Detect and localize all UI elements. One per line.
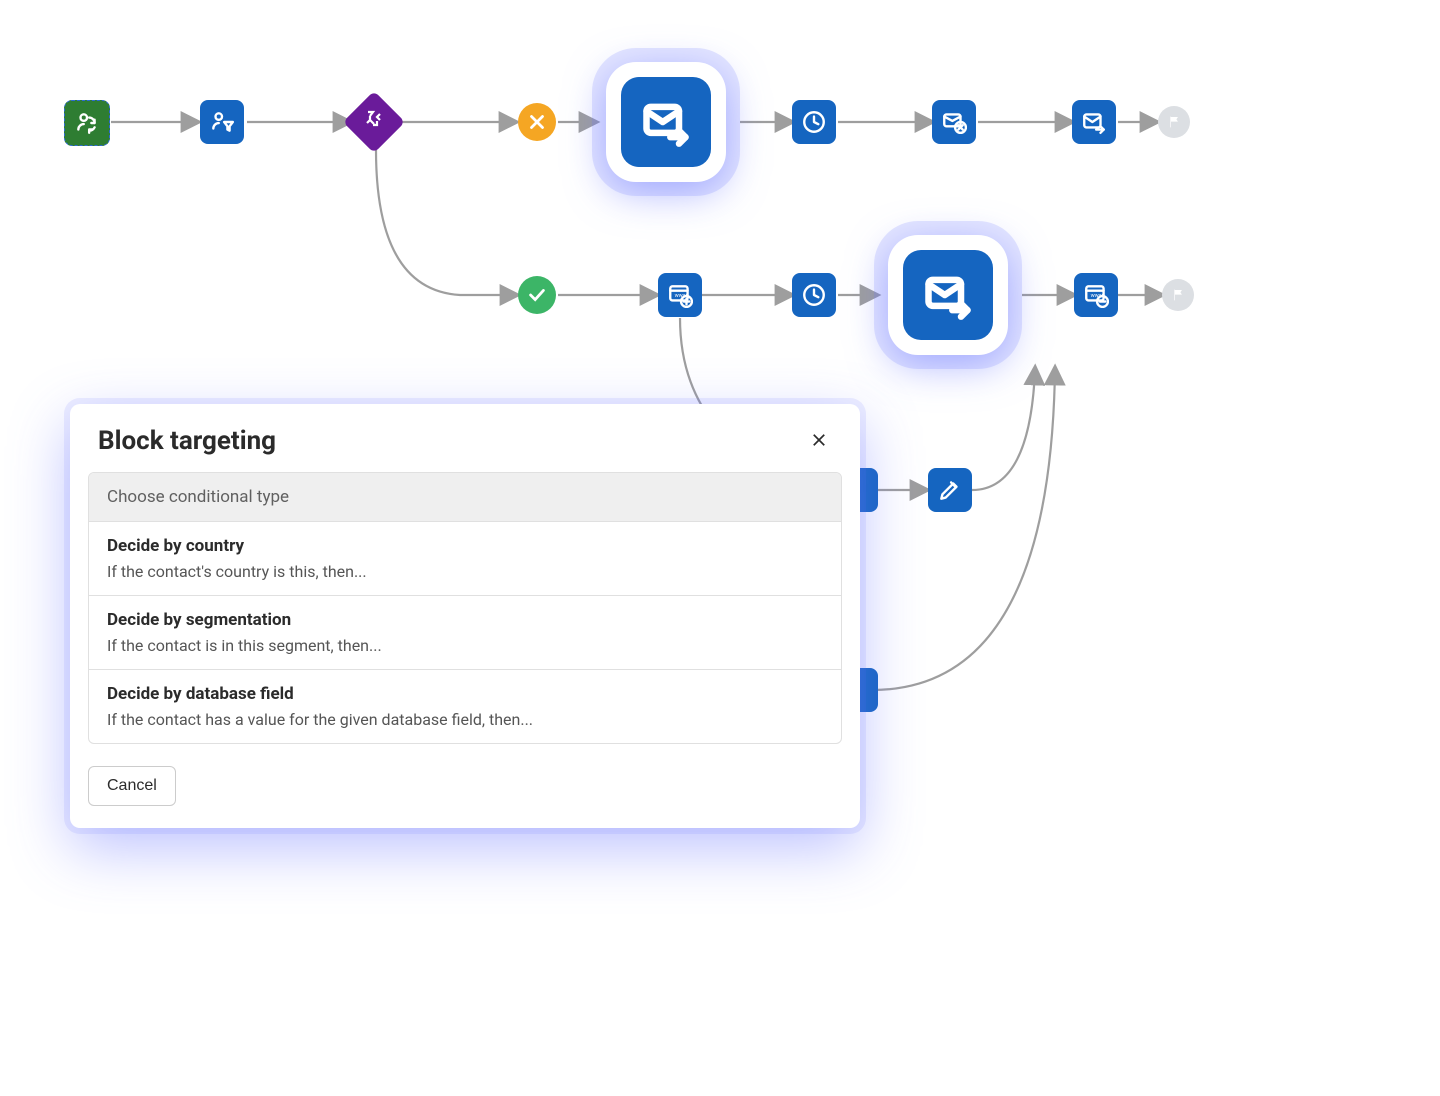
contact-filter-icon — [209, 109, 235, 135]
web-add-icon — [667, 282, 693, 308]
node-web-add[interactable] — [658, 273, 702, 317]
highlight-send-email-top[interactable] — [606, 62, 726, 182]
start-node-contact-sync[interactable] — [64, 100, 110, 146]
clock-icon — [801, 109, 827, 135]
node-contact-filter[interactable] — [200, 100, 244, 144]
option-title: Decide by country — [107, 536, 823, 556]
mail-send-icon — [1081, 109, 1107, 135]
option-title: Decide by database field — [107, 684, 823, 704]
option-decide-by-country[interactable]: Decide by country If the contact's count… — [89, 522, 841, 596]
conditional-type-group: Choose conditional type Decide by countr… — [88, 472, 842, 744]
branch-no[interactable] — [518, 103, 556, 141]
mail-send-icon — [922, 269, 974, 321]
close-icon — [810, 431, 828, 449]
option-subtitle: If the contact is in this segment, then.… — [107, 636, 823, 655]
node-wait-top[interactable] — [792, 100, 836, 144]
option-subtitle: If the contact's country is this, then..… — [107, 562, 823, 581]
mail-send-icon — [640, 96, 692, 148]
edit-icon — [937, 477, 963, 503]
node-edit-field[interactable] — [928, 468, 972, 512]
node-web-remove[interactable] — [1074, 273, 1118, 317]
node-hidden-block-b[interactable] — [858, 668, 878, 712]
block-targeting-modal: Block targeting Choose conditional type … — [70, 404, 860, 828]
web-remove-icon — [1083, 282, 1109, 308]
branch-yes[interactable] — [518, 276, 556, 314]
node-cancel-mail[interactable] — [932, 100, 976, 144]
node-wait-bot[interactable] — [792, 273, 836, 317]
clock-icon — [801, 282, 827, 308]
decision-node[interactable] — [343, 91, 405, 153]
option-decide-by-database-field[interactable]: Decide by database field If the contact … — [89, 670, 841, 743]
option-title: Decide by segmentation — [107, 610, 823, 630]
flag-icon — [1170, 287, 1186, 303]
highlight-send-email-bot[interactable] — [888, 235, 1008, 355]
cancel-button[interactable]: Cancel — [88, 766, 176, 806]
option-decide-by-segmentation[interactable]: Decide by segmentation If the contact is… — [89, 596, 841, 670]
decision-icon — [362, 108, 386, 132]
modal-title: Block targeting — [98, 426, 276, 456]
node-hidden-block-a[interactable] — [858, 468, 878, 512]
group-header: Choose conditional type — [89, 473, 841, 522]
check-icon — [526, 284, 548, 306]
close-button[interactable] — [806, 427, 832, 456]
option-subtitle: If the contact has a value for the given… — [107, 710, 823, 729]
contact-sync-icon — [74, 110, 100, 136]
close-icon — [526, 111, 548, 133]
end-marker-bot — [1162, 279, 1194, 311]
node-send-email-top[interactable] — [1072, 100, 1116, 144]
workflow-canvas: www www — [0, 0, 1440, 1096]
mail-cancel-icon — [941, 109, 967, 135]
end-marker-top — [1158, 106, 1190, 138]
flag-icon — [1166, 114, 1182, 130]
